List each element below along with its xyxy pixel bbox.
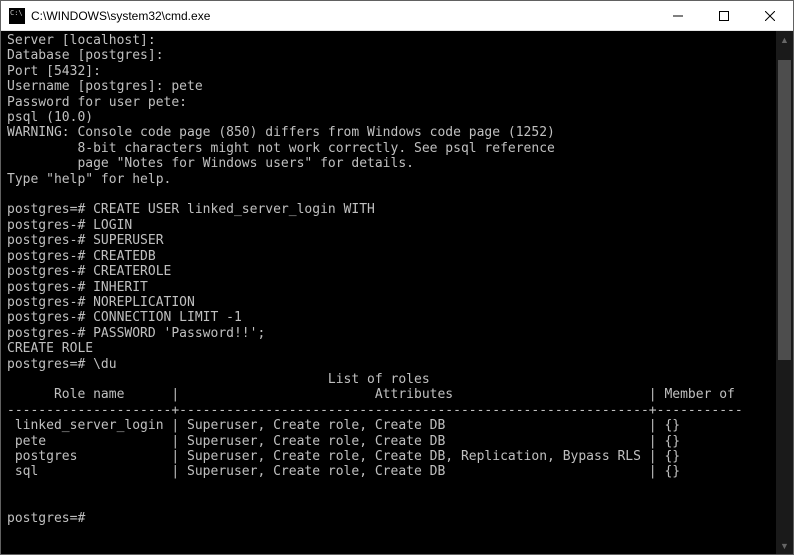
window-controls xyxy=(655,1,793,30)
window-title: C:\WINDOWS\system32\cmd.exe xyxy=(31,9,655,23)
cmd-icon xyxy=(9,8,25,24)
maximize-button[interactable] xyxy=(701,1,747,31)
scrollbar-thumb[interactable] xyxy=(778,60,791,360)
terminal-output[interactable]: Server [localhost]: Database [postgres]:… xyxy=(1,31,776,554)
minimize-icon xyxy=(673,11,683,21)
minimize-button[interactable] xyxy=(655,1,701,31)
scrollbar-track[interactable] xyxy=(776,48,793,537)
close-icon xyxy=(765,11,775,21)
maximize-icon xyxy=(719,11,729,21)
close-button[interactable] xyxy=(747,1,793,31)
scroll-down-arrow[interactable]: ▼ xyxy=(776,537,793,554)
scroll-up-arrow[interactable]: ▲ xyxy=(776,31,793,48)
window-titlebar: C:\WINDOWS\system32\cmd.exe xyxy=(1,1,793,31)
vertical-scrollbar[interactable]: ▲ ▼ xyxy=(776,31,793,554)
terminal-container: Server [localhost]: Database [postgres]:… xyxy=(1,31,793,554)
